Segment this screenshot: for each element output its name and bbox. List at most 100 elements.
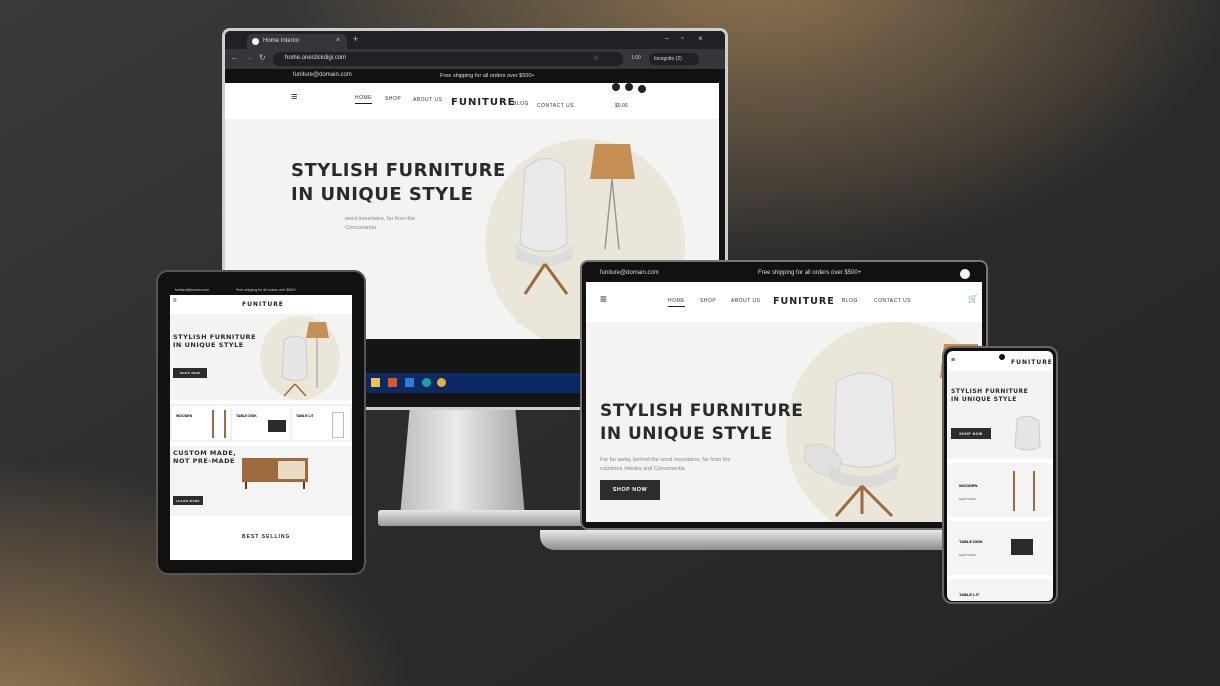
nav-contact[interactable]: CONTACT US [537,103,574,109]
instagram-icon[interactable] [638,85,646,93]
laptop-nav-about[interactable]: ABOUT US [731,298,760,304]
phone-category-cta[interactable]: SHOP NOW [959,497,976,501]
laptop-hero-desc: Far far away, behind the word mountains,… [600,457,731,472]
tablet-category-name: TABLE DISK [236,414,257,418]
ladder-shelf-image [212,410,226,438]
phone-category-name: WOODEN [959,483,978,488]
forward-icon[interactable]: → [245,53,253,62]
tablet-category-card[interactable]: TABLE LIT [292,406,350,440]
site-logo[interactable]: FUNITURE [451,97,516,108]
tablet-categories: WOODEN TABLE DISK TABLE LIT [170,404,352,442]
phone-hero: STYLISH FURNITURE IN UNIQUE STYLE SHOP N… [947,371,1053,459]
tablet-hero: STYLISH FURNITURE IN UNIQUE STYLE SHOP N… [170,314,352,400]
top-bar: funiture@domain.com Free shipping for al… [225,69,719,83]
nav-blog[interactable]: BLOG [513,101,529,107]
laptop-menu-icon[interactable]: ≡ [600,292,607,306]
star-icon[interactable]: ☆ [593,54,599,62]
tablet-top-bar: funiture@domain.com Free shipping for al… [170,286,352,295]
laptop-email[interactable]: funiture@domain.com [600,270,659,276]
phone-hero-line1: STYLISH FURNITURE [951,388,1029,395]
phone-category-cta[interactable]: SHOP NOW [959,553,976,557]
phone-ladder-shelf-image [1013,471,1035,511]
back-icon[interactable]: ← [231,53,239,62]
hero-title-line1: STYLISH FURNITURE [291,160,506,181]
explorer-icon[interactable] [371,378,380,387]
phone-chair-image [1014,415,1041,451]
reload-icon[interactable]: ↻ [259,53,266,62]
app-icon[interactable] [388,378,397,387]
laptop-notice: Free shipping for all orders over $500+ [758,270,862,276]
browser-tabstrip: Home Interior × + – ▫ × [225,31,725,49]
laptop-hero: STYLISH FURNITURE IN UNIQUE STYLE Far fa… [586,322,982,522]
tablet-email[interactable]: funiture@domain.com [175,288,209,292]
phone-table-disk-image [1011,539,1033,555]
laptop-shop-now-button[interactable]: SHOP NOW [600,480,660,500]
learn-more-button[interactable]: LEARN MORE [173,496,203,505]
tablet-category-name: TABLE LIT [296,414,314,418]
maximize-icon[interactable]: ▫ [681,35,683,42]
laptop-logo[interactable]: FUNITURE [773,296,835,307]
phone-category-card[interactable]: WOODEN SHOP NOW [947,463,1053,517]
phone-category-name: TABLE LIT [959,592,980,597]
laptop-hero-line1: STYLISH FURNITURE [600,401,804,421]
minimize-icon[interactable]: – [665,35,669,42]
new-tab-button[interactable]: + [353,34,358,44]
incognito-badge[interactable]: Incognito (2) [649,53,699,65]
monitor-stand [400,405,525,517]
tab-close-icon[interactable]: × [336,37,340,44]
laptop-chair-image [803,372,900,518]
laptop-nav-blog[interactable]: BLOG [842,298,858,304]
cart-total[interactable]: $0.00 [615,103,628,109]
tablet-logo[interactable]: FUNITURE [242,301,284,308]
laptop-page: funiture@domain.com Free shipping for al… [586,266,982,522]
monitor-stand-base [378,510,608,526]
custom-line2: NOT PRE-MADE [173,457,235,465]
laptop-cart-icon[interactable]: 🛒 [968,294,978,303]
tablet-shop-now-button[interactable]: SHOP NOW [173,368,207,378]
hero-desc: word mountains, far from the Consonantia [345,216,416,231]
tab-favicon-icon [252,38,259,45]
tablet-category-card[interactable]: WOODEN [172,406,230,440]
tablet-notice: Free shipping for all orders over $500+ [236,288,297,292]
laptop-nav-home[interactable]: HOME [668,298,685,307]
tablet-hero-line2: IN UNIQUE STYLE [173,341,244,349]
tablet-custom-section: CUSTOM MADE, NOT PRE-MADE LEARN MORE [170,446,352,516]
phone-logo[interactable]: FUNITURE [1011,359,1053,366]
tablet-device: funiture@domain.com Free shipping for al… [156,270,366,575]
table-lit-image [332,412,344,438]
best-selling-heading: BEST SELLING [242,534,291,540]
laptop-pinterest-icon[interactable] [960,269,970,279]
laptop-top-bar: funiture@domain.com Free shipping for al… [586,266,982,282]
tablet-category-name: WOODEN [176,414,193,418]
tablet-page: funiture@domain.com Free shipping for al… [170,286,352,560]
nav-shop[interactable]: SHOP [385,96,401,102]
lamp-image [590,144,635,250]
phone-shop-now-button[interactable]: SHOP NOW [951,428,991,439]
menu-icon[interactable]: ≡ [291,91,297,103]
browser-tab[interactable]: Home Interior × [247,34,347,49]
phone-page: ≡ FUNITURE STYLISH FURNITURE IN UNIQUE S… [947,351,1053,601]
chrome-icon[interactable] [437,378,446,387]
phone-menu-icon[interactable]: ≡ [951,357,955,364]
edge-icon[interactable] [422,378,431,387]
address-bar[interactable]: home.onestickdigi.com ☆ [273,52,623,66]
browser-toolbar: ← → ↻ home.onestickdigi.com ☆ 1:00 Incog… [225,49,725,69]
zoom-level: 1:00 [631,55,641,61]
twitter-icon[interactable] [625,83,633,91]
tablet-category-card[interactable]: TABLE DISK [232,406,290,440]
nav-home[interactable]: HOME [355,95,372,104]
nav-about[interactable]: ABOUT US [413,97,442,103]
vscode-icon[interactable] [405,378,414,387]
topbar-email[interactable]: funiture@domain.com [293,72,352,78]
hero-title-line2: IN UNIQUE STYLE [291,184,474,205]
laptop-nav-shop[interactable]: SHOP [700,298,716,304]
tablet-menu-icon[interactable]: ≡ [173,298,177,304]
pinterest-icon[interactable] [612,83,620,91]
phone-category-card[interactable]: TABLE DISK SHOP NOW [947,521,1053,575]
tablet-lamp-image [306,322,329,388]
laptop-nav-contact[interactable]: CONTACT US [874,298,911,304]
tab-title: Home Interior [263,38,300,44]
close-window-icon[interactable]: × [698,34,703,43]
phone-category-card[interactable]: TABLE LIT [947,579,1053,601]
laptop-header: ≡ HOME SHOP ABOUT US FUNITURE BLOG CONTA… [586,282,982,322]
